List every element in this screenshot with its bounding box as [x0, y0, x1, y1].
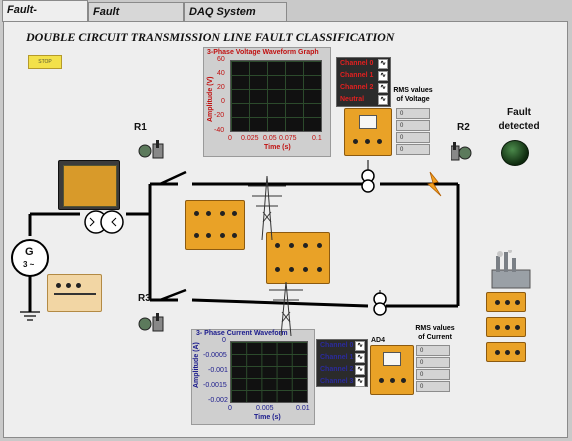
voltage-ytick: -20	[214, 112, 225, 119]
current-ytick: 0	[222, 337, 226, 344]
current-ytick: -0.002	[208, 397, 228, 404]
waveform-icon: ∿	[378, 83, 388, 93]
ad4-label: AD4	[371, 337, 386, 344]
relay-r2-label: R2	[457, 122, 470, 133]
waveform-icon: ∿	[355, 353, 365, 363]
legend-item[interactable]: Channel 2 ∿	[317, 364, 367, 376]
voltage-plot[interactable]	[230, 60, 322, 132]
current-xtick: 0.01	[296, 405, 310, 412]
current-rms-value: 0	[416, 369, 450, 380]
relay-r3-label: R3	[138, 293, 151, 304]
legend-label: Channel 1	[340, 72, 374, 79]
generator-phase-label: 3 ~	[23, 260, 35, 269]
generator-module	[47, 274, 102, 312]
current-meter-module	[370, 345, 414, 395]
current-rms-label: RMS values of Current	[415, 325, 455, 341]
legend-item[interactable]: Channel 0 ∿	[337, 58, 390, 70]
voltage-ytick: -40	[214, 127, 225, 134]
voltage-rms-value: 0	[396, 144, 430, 155]
voltage-rms-label: RMS values of Voltage	[393, 87, 433, 103]
current-legend[interactable]: Channel 0 ∿ Channel 1 ∿ Channel 2 ∿ Channel…	[316, 339, 368, 387]
current-ytick: -0.0015	[203, 382, 227, 389]
voltage-meter-module	[344, 108, 392, 156]
voltage-xtick: 0.1	[312, 135, 322, 142]
waveform-icon: ∿	[378, 71, 388, 81]
legend-item[interactable]: Channel 1 ∿	[317, 352, 367, 364]
legend-label: Channel 2	[340, 84, 374, 91]
generator-label: G	[25, 246, 34, 258]
legend-label: Channel 1	[320, 354, 354, 361]
waveform-icon: ∿	[378, 59, 388, 69]
voltage-graph-title: 3-Phase Voltage Waveform Graph	[207, 49, 319, 56]
current-rms-value: 0	[416, 345, 450, 356]
waveform-icon: ∿	[378, 95, 388, 105]
meter-display	[359, 115, 377, 129]
legend-label: Channel 3	[320, 378, 354, 385]
relay-r1-switch[interactable]	[137, 140, 164, 160]
current-xlabel: Time (s)	[254, 414, 281, 421]
voltage-ylabel: Amplitude (V)	[207, 76, 214, 123]
load-module-2	[486, 317, 526, 337]
fault-indicator-led	[501, 140, 529, 166]
factory-load-icon	[491, 250, 531, 289]
current-xtick: 0	[228, 405, 232, 412]
voltage-ytick: 0	[221, 98, 225, 105]
voltage-ytick: 40	[217, 70, 225, 77]
legend-label: Channel 2	[320, 366, 354, 373]
voltage-ytick: 60	[217, 56, 225, 63]
voltage-legend[interactable]: Channel 0 ∿ Channel 1 ∿ Channel 2 ∿ Neutral…	[336, 57, 391, 107]
current-rms-value: 0	[416, 381, 450, 392]
waveform-icon: ∿	[355, 377, 365, 387]
relay-r1-label: R1	[134, 122, 147, 133]
voltage-xtick: 0	[228, 135, 232, 142]
transmission-tower-icon	[248, 175, 286, 241]
legend-item[interactable]: Channel 0 ∿	[317, 340, 367, 352]
voltage-xtick: 0.025	[241, 135, 259, 142]
source-panel-module	[58, 160, 120, 210]
load-module-1	[486, 292, 526, 312]
voltage-xtick: 0.075	[279, 135, 297, 142]
voltage-rms-value: 0	[396, 132, 430, 143]
current-rms-value: 0	[416, 357, 450, 368]
waveform-icon: ∿	[355, 365, 365, 375]
relay-r2-switch[interactable]	[450, 142, 477, 162]
current-plot[interactable]	[230, 341, 308, 403]
current-ylabel: Amplitude (A)	[193, 342, 200, 388]
voltage-rms-value: 0	[396, 120, 430, 131]
relay-r3-switch[interactable]	[137, 313, 164, 333]
legend-label: Channel 0	[320, 342, 354, 349]
fault-detected-label: Fault detected	[498, 107, 540, 132]
legend-item[interactable]: Channel 2 ∿	[337, 82, 390, 94]
voltage-ytick: 20	[217, 84, 225, 91]
meter-display	[383, 352, 401, 366]
legend-item[interactable]: Channel 3 ∿	[317, 376, 367, 388]
module-face	[63, 165, 117, 207]
legend-label: Channel 0	[340, 60, 374, 67]
transmission-tower-icon	[269, 281, 303, 337]
current-ytick: -0.001	[208, 367, 228, 374]
waveform-icon: ∿	[355, 341, 365, 351]
legend-label: Neutral	[340, 96, 365, 103]
line-module-1	[185, 200, 245, 250]
current-xtick: 0.005	[256, 405, 274, 412]
module-bar	[54, 293, 96, 295]
legend-item[interactable]: Channel 1 ∿	[337, 70, 390, 82]
voltage-xlabel: Time (s)	[264, 144, 291, 151]
voltage-xtick: 0.05	[263, 135, 277, 142]
current-ytick: -0.0005	[203, 352, 227, 359]
load-module-3	[486, 342, 526, 362]
legend-item[interactable]: Neutral ∿	[337, 94, 390, 106]
voltage-rms-value: 0	[396, 108, 430, 119]
